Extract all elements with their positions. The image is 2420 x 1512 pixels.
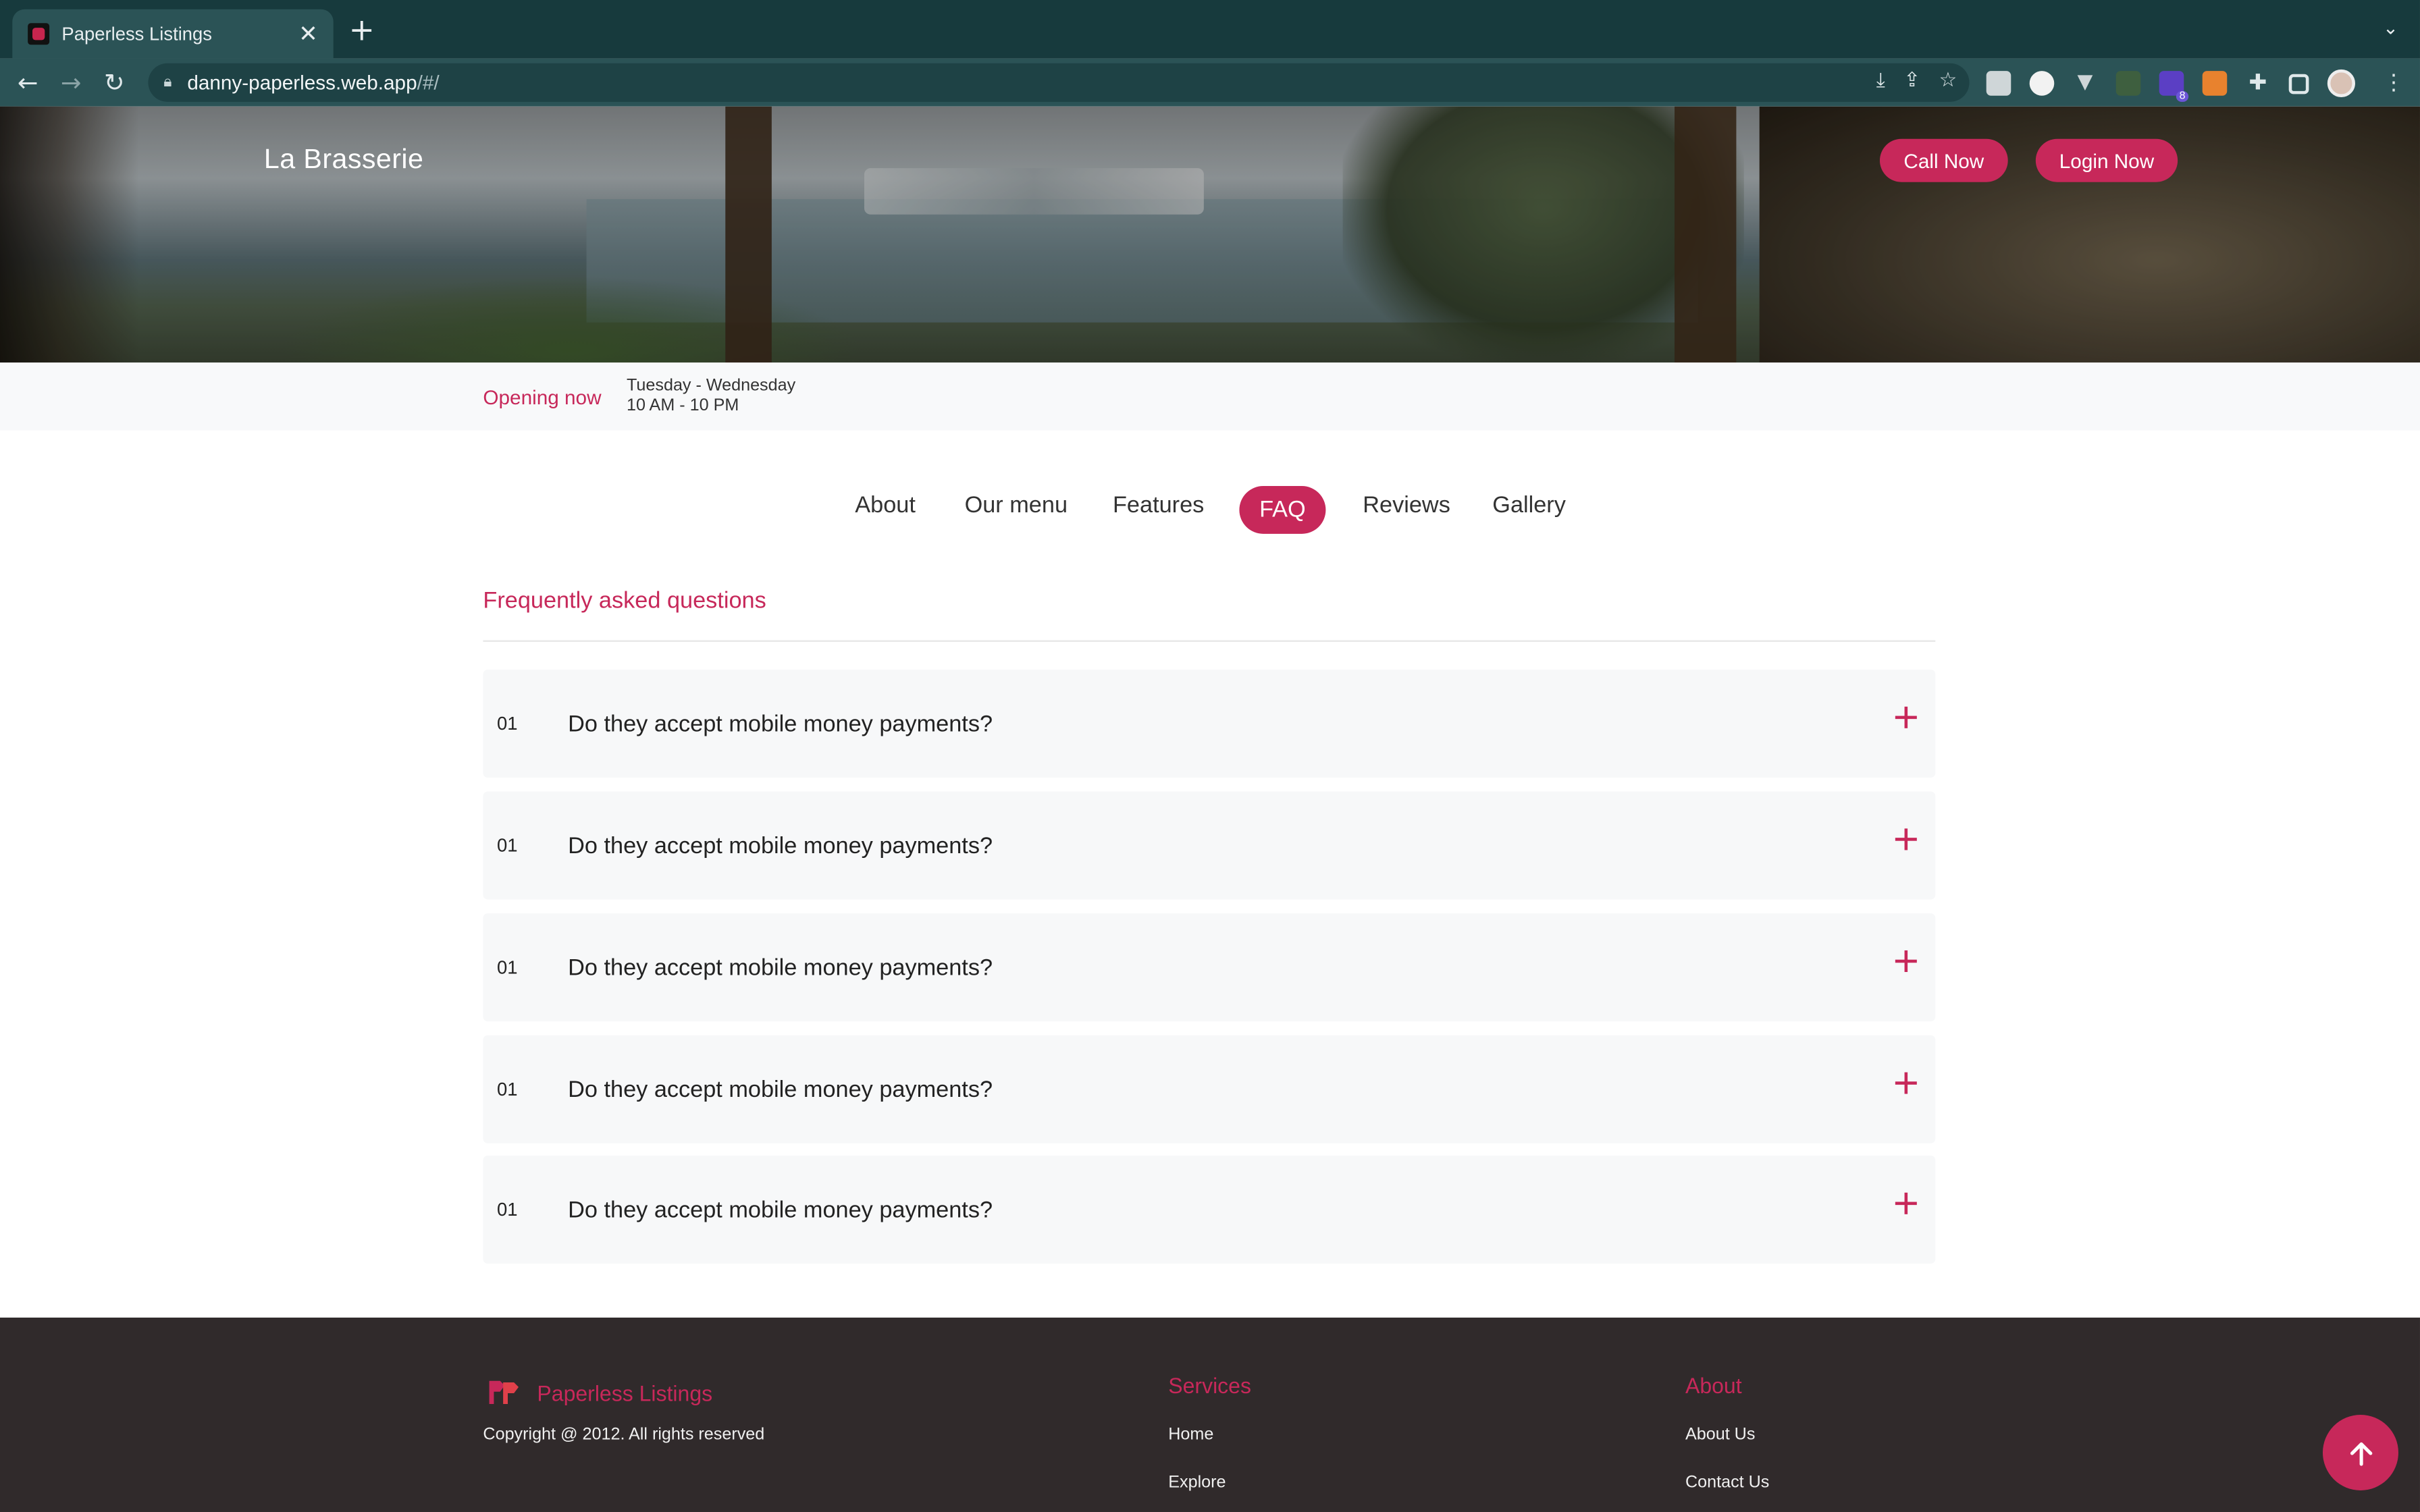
extension-badge-icon[interactable]: 8	[2159, 71, 2189, 102]
opening-days: Tuesday - Wednesday	[626, 376, 796, 396]
url-text: danny-paperless.web.app/#/	[187, 71, 439, 94]
extension-vue-icon[interactable]: ▼	[2073, 71, 2098, 96]
extension-circle-icon[interactable]	[2029, 71, 2055, 96]
url-path: /#/	[417, 71, 440, 94]
browser-tab[interactable]: Paperless Listings ✕	[12, 9, 334, 59]
opening-hours: Tuesday - Wednesday 10 AM - 10 PM	[627, 377, 795, 416]
expand-plus-icon[interactable]	[1895, 828, 1917, 850]
faq-question: Do they accept mobile money payments?	[568, 710, 993, 737]
extension-screenshot-icon[interactable]	[1986, 71, 2011, 96]
faq-item[interactable]: 01 Do they accept mobile money payments?	[483, 1155, 1936, 1264]
faq-item[interactable]: 01 Do they accept mobile money payments?	[483, 913, 1936, 1022]
faq-divider	[483, 640, 1936, 642]
address-bar[interactable]: 🔒︎ danny-paperless.web.app/#/ ⤓ ⇪ ☆	[148, 63, 1970, 102]
browser-tab-strip: Paperless Listings ✕ + ⌄	[0, 0, 2420, 59]
faq-item[interactable]: 01 Do they accept mobile money payments?	[483, 669, 1936, 778]
faq-number: 01	[496, 1078, 518, 1100]
new-tab-icon[interactable]: +	[349, 14, 375, 45]
faq-question: Do they accept mobile money payments?	[568, 832, 993, 859]
footer-services-heading: Services	[1168, 1373, 1251, 1398]
faq-item[interactable]: 01 Do they accept mobile money payments?	[483, 1035, 1936, 1143]
tab-our-menu[interactable]: Our menu	[965, 492, 1068, 518]
bookmark-star-icon[interactable]: ☆	[1939, 70, 1957, 92]
expand-plus-icon[interactable]	[1895, 1192, 1917, 1214]
share-icon[interactable]: ⇪	[1903, 70, 1920, 92]
extension-bag-icon[interactable]	[2115, 71, 2141, 96]
reload-icon[interactable]: ↻	[93, 68, 136, 97]
forward-icon[interactable]: →	[49, 68, 93, 97]
faq-heading: Frequently asked questions	[483, 587, 766, 614]
opening-hours-bar: Opening now Tuesday - Wednesday 10 AM - …	[0, 362, 2420, 431]
login-now-button[interactable]: Login Now	[2035, 138, 2178, 182]
expand-plus-icon[interactable]	[1895, 1072, 1917, 1094]
expand-plus-icon[interactable]	[1895, 950, 1917, 972]
install-app-icon[interactable]: ⤓	[1876, 70, 1885, 92]
faq-question: Do they accept mobile money payments?	[568, 1196, 993, 1223]
opening-status: Opening now	[483, 385, 602, 409]
tab-search-chevron-icon[interactable]: ⌄	[2383, 17, 2398, 38]
tab-features[interactable]: Features	[1113, 492, 1204, 518]
url-host: danny-paperless.web.app	[187, 71, 417, 94]
address-bar-actions: ⤓ ⇪ ☆	[1876, 70, 1957, 92]
restaurant-name: La Brasserie	[263, 143, 424, 175]
extensions-puzzle-icon[interactable]: ✚	[2246, 71, 2271, 96]
profile-avatar[interactable]	[2327, 69, 2355, 97]
footer-copyright: Copyright @ 2012. All rights reserved	[483, 1425, 765, 1444]
arrow-up-icon	[2349, 1441, 2372, 1465]
side-panel-icon[interactable]	[2288, 73, 2309, 94]
faq-question: Do they accept mobile money payments?	[568, 1076, 993, 1103]
back-icon[interactable]: ←	[6, 68, 49, 97]
tab-faq[interactable]: FAQ	[1239, 485, 1326, 534]
footer-link-about-us[interactable]: About Us	[1685, 1426, 1755, 1444]
site-favicon-icon	[28, 23, 50, 45]
footer-link-explore[interactable]: Explore	[1168, 1474, 1226, 1492]
scroll-to-top-button[interactable]	[2322, 1414, 2398, 1490]
tab-reviews[interactable]: Reviews	[1363, 492, 1450, 518]
faq-number: 01	[496, 712, 518, 734]
footer-about-heading: About	[1685, 1373, 1742, 1398]
footer-brand[interactable]: Paperless Listings	[537, 1381, 712, 1406]
section-nav: About Our menu Features FAQ Reviews Gall…	[0, 483, 2420, 535]
viewport: Paperless Listings ✕ + ⌄ ← → ↻ 🔒︎ danny-…	[0, 0, 2420, 1512]
call-now-button[interactable]: Call Now	[1879, 138, 2008, 182]
close-tab-icon[interactable]: ✕	[298, 22, 318, 45]
faq-question: Do they accept mobile money payments?	[568, 954, 993, 981]
tab-about[interactable]: About	[855, 492, 916, 518]
faq-number: 01	[496, 1198, 518, 1220]
lock-icon: 🔒︎	[163, 74, 172, 91]
browser-menu-icon[interactable]: ⋮	[2383, 71, 2404, 96]
footer-link-home[interactable]: Home	[1168, 1426, 1213, 1444]
tab-title: Paperless Listings	[61, 23, 213, 45]
opening-time: 10 AM - 10 PM	[626, 396, 739, 415]
faq-number: 01	[496, 956, 518, 979]
site-footer: Paperless Listings Copyright @ 2012. All…	[0, 1317, 2420, 1512]
expand-plus-icon[interactable]	[1895, 706, 1917, 728]
extension-icons: ▼ 8 ✚ ⋮	[1986, 69, 2404, 102]
footer-link-contact-us[interactable]: Contact Us	[1685, 1474, 1769, 1492]
faq-item[interactable]: 01 Do they accept mobile money payments?	[483, 791, 1936, 900]
extension-fox-icon[interactable]	[2202, 71, 2228, 96]
extension-badge-count: 8	[2176, 90, 2189, 102]
faq-number: 01	[496, 834, 518, 857]
browser-toolbar: ← → ↻ 🔒︎ danny-paperless.web.app/#/ ⤓ ⇪ …	[0, 58, 2420, 107]
paperless-logo-icon	[489, 1380, 519, 1404]
tab-gallery[interactable]: Gallery	[1492, 492, 1566, 518]
